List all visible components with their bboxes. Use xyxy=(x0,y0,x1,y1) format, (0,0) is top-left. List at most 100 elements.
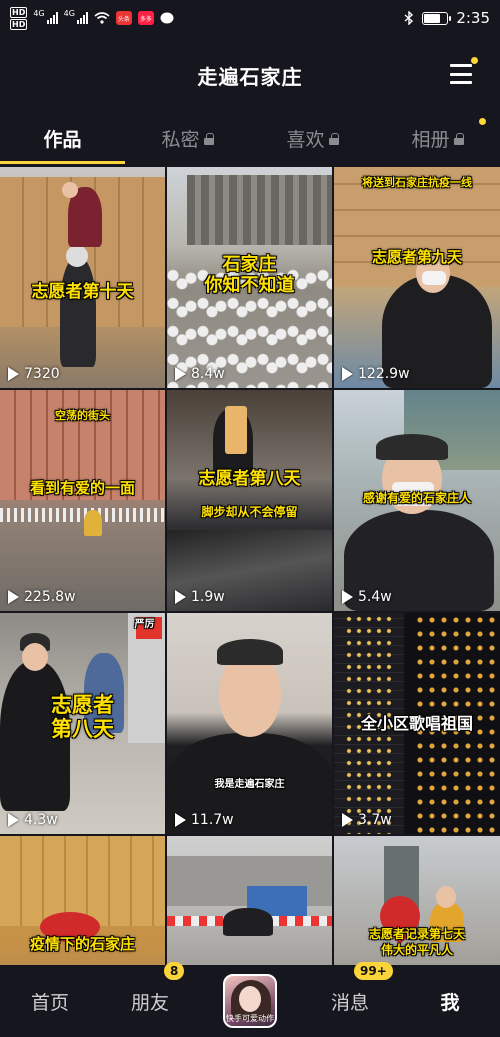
play-count: 3.7w xyxy=(342,812,392,828)
signal-icon xyxy=(46,12,58,24)
video-thumbnail[interactable]: 疫情下的石家庄 xyxy=(0,836,165,967)
tab-likes[interactable]: 喜欢 xyxy=(250,112,375,164)
play-icon xyxy=(8,590,19,604)
thumbnail-scene xyxy=(167,836,332,967)
tab-label: 作品 xyxy=(43,128,82,151)
play-count: 4.3w xyxy=(8,812,58,828)
lock-icon xyxy=(328,132,339,145)
video-thumbnail[interactable]: 空荡的街头 看到有爱的一面 225.8w xyxy=(0,390,165,611)
messages-badge: 99+ xyxy=(354,961,393,980)
net-label-1: 4G xyxy=(33,8,45,18)
hd-icon: HD HD xyxy=(10,6,28,30)
play-icon xyxy=(342,813,353,827)
tab-label: 相册 xyxy=(411,128,450,151)
video-caption: 志愿者第九天 xyxy=(371,248,462,266)
battery-icon xyxy=(422,11,452,25)
thumbnail-scene xyxy=(0,390,165,611)
video-caption: 感谢有爱的石家庄人 xyxy=(362,491,471,505)
bottom-nav: 首页 朋友 8 快手可爱动作 消息 99+ 我 xyxy=(0,961,500,1037)
thumbnail-scene xyxy=(167,613,332,834)
play-count: 5.4w xyxy=(342,589,392,605)
profile-header: 走遍石家庄 xyxy=(0,50,500,100)
profile-tabs: 作品 私密 喜欢 相册 xyxy=(0,112,500,164)
play-icon xyxy=(8,813,19,827)
clock: 2:35 xyxy=(456,9,490,27)
video-subcaption: 脚步却从不会停留 xyxy=(201,505,298,519)
video-subcaption: 空荡的街头 xyxy=(55,409,110,422)
play-icon xyxy=(175,367,186,381)
video-caption: 石家庄 你知不知道 xyxy=(204,254,295,296)
nav-me[interactable]: 我 xyxy=(400,988,500,1015)
thumbnail-scene xyxy=(167,390,332,611)
video-thumbnail[interactable]: 我是走遍石家庄 11.7w xyxy=(167,613,332,834)
play-count: 8.4w xyxy=(175,366,225,382)
toutiao-app-icon: 头条 xyxy=(115,11,132,25)
video-subcaption: 伟大的平凡人 xyxy=(380,943,453,957)
tab-label: 喜欢 xyxy=(286,128,325,151)
video-thumbnail[interactable] xyxy=(167,836,332,967)
center-avatar-icon: 快手可爱动作 xyxy=(223,974,277,1028)
nav-label: 首页 xyxy=(30,991,69,1014)
video-thumbnail[interactable]: 全小区歌唱祖国 3.7w xyxy=(334,613,500,834)
video-caption: 疫情下的石家庄 xyxy=(29,935,135,953)
video-caption: 志愿者第八天 xyxy=(198,469,301,489)
play-count-text: 8.4w xyxy=(191,366,225,382)
bluetooth-icon xyxy=(404,11,414,25)
lock-icon xyxy=(203,132,214,145)
thumbnail-scene xyxy=(334,167,500,388)
video-thumbnail[interactable]: 感谢有爱的石家庄人 5.4w xyxy=(334,390,500,611)
video-subcaption: 将送到石家庄抗疫一线 xyxy=(362,176,472,189)
play-count-text: 5.4w xyxy=(358,589,392,605)
play-count-text: 122.9w xyxy=(358,366,410,382)
video-caption: 看到有爱的一面 xyxy=(29,479,135,497)
video-thumbnail[interactable]: 将送到石家庄抗疫一线 志愿者第九天 122.9w xyxy=(334,167,500,388)
friends-badge: 8 xyxy=(164,961,185,980)
nav-home[interactable]: 首页 xyxy=(0,988,100,1015)
play-icon xyxy=(175,813,186,827)
nav-messages[interactable]: 消息 99+ xyxy=(300,961,400,1015)
video-caption: 我是走遍石家庄 xyxy=(214,779,285,790)
nav-label: 我 xyxy=(440,991,460,1014)
video-thumbnail[interactable]: 志愿者记录第七天 伟大的平凡人 xyxy=(334,836,500,967)
thumbnail-scene xyxy=(0,167,165,388)
chat-bubble-icon xyxy=(160,12,174,23)
album-notification-dot xyxy=(479,118,486,125)
play-count: 122.9w xyxy=(342,366,410,382)
play-count-text: 4.3w xyxy=(24,812,58,828)
play-count-text: 11.7w xyxy=(191,812,234,828)
video-thumbnail[interactable]: 石家庄 你知不知道 8.4w xyxy=(167,167,332,388)
video-thumbnail[interactable]: 志愿者第十天 7320 xyxy=(0,167,165,388)
video-grid: 志愿者第十天 7320 石家庄 你知不知道 8.4w 将送到石家庄抗疫一线 志愿… xyxy=(0,167,500,967)
play-count-text: 1.9w xyxy=(191,589,225,605)
video-caption: 志愿者记录第七天 xyxy=(368,927,465,941)
play-count-text: 3.7w xyxy=(358,812,392,828)
video-subcaption: 严厉 xyxy=(134,619,155,630)
video-thumbnail[interactable]: 志愿者第八天 脚步却从不会停留 1.9w xyxy=(167,390,332,611)
tab-album[interactable]: 相册 xyxy=(375,112,500,164)
page-title: 走遍石家庄 xyxy=(197,64,303,89)
signal-icon-2 xyxy=(76,12,88,24)
tab-private[interactable]: 私密 xyxy=(125,112,250,164)
tab-label: 私密 xyxy=(161,128,200,151)
play-count-text: 7320 xyxy=(24,366,60,382)
pinduoduo-app-icon: 多多 xyxy=(137,11,154,25)
video-caption: 志愿者 第八天 xyxy=(51,693,114,742)
lock-icon xyxy=(453,132,464,145)
play-count: 7320 xyxy=(8,366,60,382)
status-bar: HD HD 4G 4G 头条 多多 2:35 xyxy=(0,0,500,36)
nav-label: 消息 xyxy=(330,991,369,1014)
hamburger-menu-icon[interactable] xyxy=(450,64,472,84)
play-count-text: 225.8w xyxy=(24,589,76,605)
video-thumbnail[interactable]: 严厉 志愿者 第八天 4.3w xyxy=(0,613,165,834)
video-caption: 全小区歌唱祖国 xyxy=(360,714,473,733)
play-icon xyxy=(8,367,19,381)
menu-notification-dot xyxy=(471,57,478,64)
nav-center-avatar[interactable]: 快手可爱动作 xyxy=(200,974,300,1028)
nav-friends[interactable]: 朋友 8 xyxy=(100,961,200,1015)
net-label-2: 4G xyxy=(63,8,75,18)
video-caption: 志愿者第十天 xyxy=(31,282,134,302)
play-count: 11.7w xyxy=(175,812,234,828)
tab-works[interactable]: 作品 xyxy=(0,112,125,164)
play-icon xyxy=(342,590,353,604)
play-count: 1.9w xyxy=(175,589,225,605)
